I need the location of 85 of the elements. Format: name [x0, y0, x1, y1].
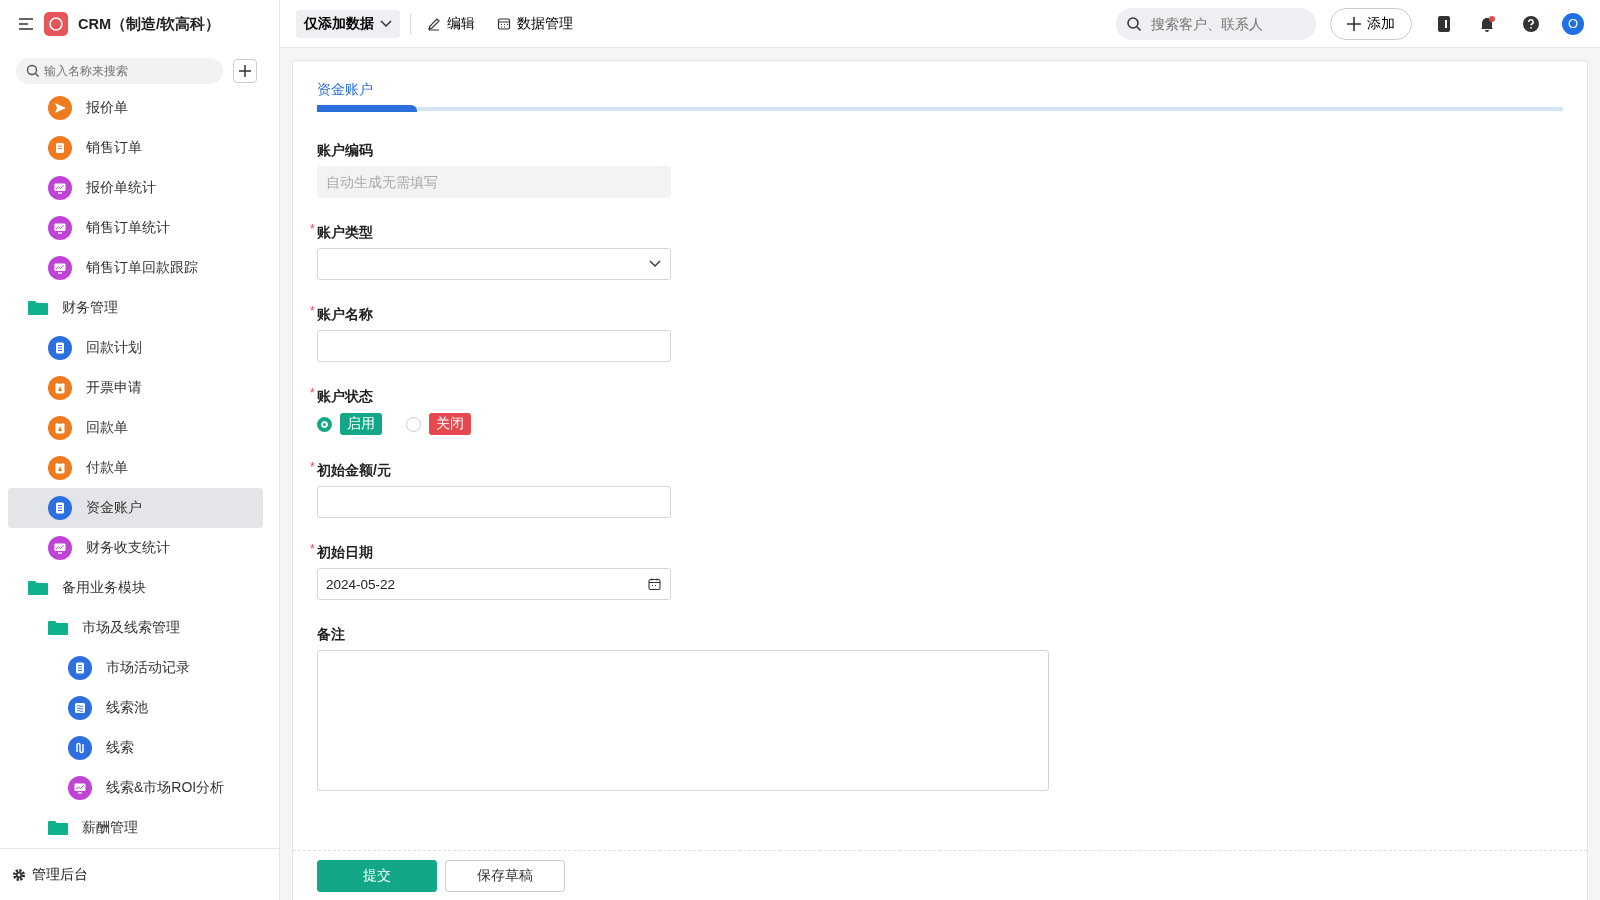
sidebar-item[interactable]: 资金账户: [8, 488, 263, 528]
monitor-chart-icon: [48, 216, 72, 240]
field-label: 初始金额/元: [317, 461, 391, 480]
date-field[interactable]: 2024-05-22: [317, 568, 671, 600]
form-tab[interactable]: 资金账户: [317, 81, 417, 112]
status-tag: 启用: [340, 413, 382, 435]
status-tag: 关闭: [429, 413, 471, 435]
global-search-field[interactable]: 搜索客户、联系人: [1116, 7, 1316, 40]
search-icon: [1126, 15, 1142, 32]
send-icon: [48, 96, 72, 120]
mode-dropdown[interactable]: 仅添加数据: [296, 9, 400, 38]
folder-icon: [28, 580, 48, 596]
sidebar-item[interactable]: 财务收支统计: [8, 528, 263, 568]
sidebar-folder[interactable]: 市场及线索管理: [8, 608, 263, 648]
radio-button[interactable]: [317, 416, 332, 432]
caret-icon: [380, 19, 392, 28]
folder-icon: [28, 300, 48, 316]
add-button[interactable]: 添加: [1330, 7, 1412, 40]
admin-link[interactable]: 管理后台: [32, 865, 88, 884]
user-avatar[interactable]: O: [1562, 12, 1584, 35]
caret-icon: [649, 260, 661, 268]
required-mark: *: [310, 386, 316, 400]
data-manage-button[interactable]: 数据管理: [491, 14, 579, 33]
list-icon: [68, 696, 92, 720]
sidebar-item[interactable]: 回款单: [8, 408, 263, 448]
required-mark: *: [310, 542, 316, 556]
clipboard-icon: [48, 416, 72, 440]
clipboard-icon: [48, 456, 72, 480]
field-label: 备注: [317, 625, 345, 644]
radio-button[interactable]: [406, 416, 421, 432]
document-icon: [48, 496, 72, 520]
input-field[interactable]: [317, 330, 671, 362]
notebook-icon[interactable]: [1437, 15, 1451, 32]
plus-icon: [238, 64, 252, 78]
calendar-grid-icon: [497, 16, 511, 31]
sidebar-folder[interactable]: 财务管理: [8, 288, 263, 328]
input-field[interactable]: [317, 486, 671, 518]
sidebar-item[interactable]: 线索池: [8, 688, 263, 728]
sidebar-item[interactable]: 报价单统计: [8, 168, 263, 208]
route-icon: [68, 736, 92, 760]
clipboard-icon: [48, 376, 72, 400]
pencil-icon: [427, 16, 441, 31]
document-icon: [68, 656, 92, 680]
search-icon: [26, 64, 40, 78]
document-icon: [48, 336, 72, 360]
notification-bell-icon[interactable]: [1479, 15, 1495, 32]
sidebar-item[interactable]: 线索&市场ROI分析: [8, 768, 263, 808]
help-icon[interactable]: [1523, 15, 1539, 32]
code-field: 自动生成无需填写: [317, 166, 671, 198]
menu-icon[interactable]: [18, 17, 34, 31]
required-mark: *: [310, 222, 316, 236]
sidebar-item[interactable]: 线索: [8, 728, 263, 768]
folder-icon: [48, 620, 68, 636]
monitor-chart-icon: [48, 256, 72, 280]
required-mark: *: [310, 304, 316, 318]
sidebar-item[interactable]: 开票申请: [8, 368, 263, 408]
monitor-chart-icon: [48, 536, 72, 560]
sidebar-folder[interactable]: 备用业务模块: [8, 568, 263, 608]
monitor-chart-icon: [68, 776, 92, 800]
field-label: 初始日期: [317, 543, 373, 562]
sidebar-search-field[interactable]: 输入名称来搜索: [16, 58, 223, 84]
edit-button[interactable]: 编辑: [421, 14, 481, 33]
calendar-icon: [648, 577, 661, 591]
sidebar-item[interactable]: 销售订单回款跟踪: [8, 248, 263, 288]
sidebar-item[interactable]: 报价单: [8, 88, 263, 128]
app-logo-icon: [44, 12, 68, 36]
add-button[interactable]: [233, 59, 257, 83]
required-mark: *: [310, 460, 316, 474]
sidebar-item[interactable]: 市场活动记录: [8, 648, 263, 688]
folder-icon: [48, 820, 68, 836]
save-draft-button[interactable]: 保存草稿: [445, 859, 565, 892]
field-label: 账户编码: [317, 141, 373, 160]
field-label: 账户类型: [317, 223, 373, 242]
field-label: 账户状态: [317, 387, 373, 406]
sidebar-item[interactable]: 付款单: [8, 448, 263, 488]
plus-icon: [1347, 16, 1361, 31]
sidebar-item[interactable]: 销售订单统计: [8, 208, 263, 248]
sidebar-folder[interactable]: 薪酬管理: [8, 808, 263, 848]
settings-icon: [12, 867, 26, 882]
sidebar-item[interactable]: 销售订单: [8, 128, 263, 168]
app-title: CRM（制造/软高科）: [78, 14, 221, 34]
monitor-chart-icon: [48, 176, 72, 200]
document-icon: [48, 136, 72, 160]
sidebar-item[interactable]: 回款计划: [8, 328, 263, 368]
field-label: 账户名称: [317, 305, 373, 324]
